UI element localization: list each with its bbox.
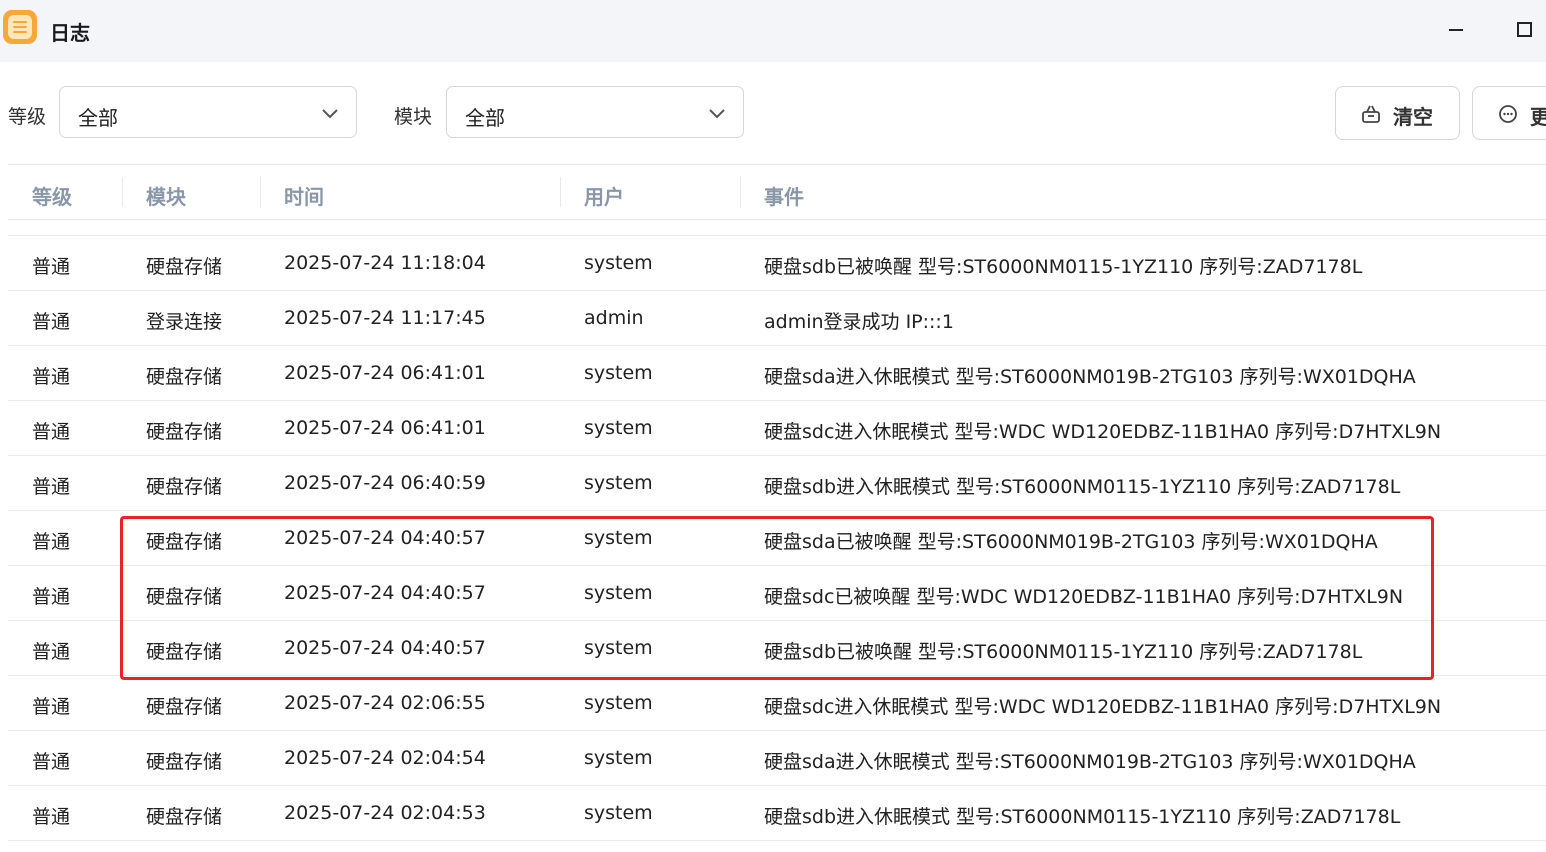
chevron-down-icon: [322, 109, 338, 119]
time-cell: 2025-07-24 11:17:45: [284, 307, 486, 329]
level-filter-label: 等级: [8, 106, 47, 128]
more-circle-icon: [1499, 105, 1517, 123]
user-cell: system: [584, 747, 653, 769]
clear-basket-icon: [1362, 105, 1380, 123]
header-time[interactable]: 时间: [284, 181, 324, 210]
user-cell: system: [584, 362, 653, 384]
user-cell: system: [584, 472, 653, 494]
level-cell: 普通: [32, 586, 71, 608]
window-title: 日志: [50, 21, 90, 45]
level-cell: 普通: [32, 311, 71, 333]
table-row[interactable]: 普通 登录连接 2025-07-24 11:17:45 admin admin登录成功 …: [8, 291, 1546, 346]
level-select-value: 全部: [78, 106, 118, 130]
event-cell: 硬盘sdb进入休眠模式 型号:ST6000NM0115-1YZ110 序列号:Z…: [764, 476, 1401, 498]
time-cell: 2025-07-24 04:40:57: [284, 527, 486, 549]
level-cell: 普通: [32, 751, 71, 773]
more-button[interactable]: 更: [1472, 86, 1546, 140]
module-cell: 硬盘存储: [146, 476, 223, 498]
table-row[interactable]: 普通 硬盘存储 2025-07-24 02:04:53 system 硬盘sdb进入休眠…: [8, 786, 1546, 841]
table-row[interactable]: 普通 硬盘存储 2025-07-24 04:40:57 system 硬盘sdc已被唤醒…: [8, 566, 1546, 621]
module-cell: 硬盘存储: [146, 586, 223, 608]
module-cell: 硬盘存储: [146, 641, 223, 663]
time-cell: 2025-07-24 06:40:59: [284, 472, 486, 494]
table-row[interactable]: 普通 硬盘存储 2025-07-24 04:40:57 system 硬盘sdb已被唤醒…: [8, 621, 1546, 676]
more-button-label: 更: [1530, 105, 1546, 129]
user-cell: system: [584, 692, 653, 714]
module-cell: 登录连接: [146, 311, 223, 333]
level-cell: 普通: [32, 256, 71, 278]
table-row[interactable]: 普通 硬盘存储 2025-07-24 02:06:55 system 硬盘sdc进入休眠…: [8, 676, 1546, 731]
clear-button[interactable]: 清空: [1335, 86, 1460, 140]
table-row[interactable]: 普通 硬盘存储 2025-07-24 04:40:57 system 硬盘sda已被唤醒…: [8, 511, 1546, 566]
maximize-icon[interactable]: [1509, 14, 1539, 44]
chevron-down-icon: [709, 109, 725, 119]
header-event[interactable]: 事件: [764, 181, 804, 210]
time-cell: 2025-07-24 06:41:01: [284, 362, 486, 384]
header-level[interactable]: 等级: [32, 181, 72, 210]
header-module[interactable]: 模块: [146, 181, 186, 210]
time-cell: 2025-07-24 02:06:55: [284, 692, 486, 714]
event-cell: 硬盘sdc已被唤醒 型号:WDC WD120EDBZ-11B1HA0 序列号:D…: [764, 586, 1404, 608]
time-cell: 2025-07-24 04:40:57: [284, 637, 486, 659]
time-cell: 2025-07-24 11:18:04: [284, 252, 486, 274]
event-cell: 硬盘sda进入休眠模式 型号:ST6000NM019B-2TG103 序列号:W…: [764, 751, 1416, 773]
user-cell: system: [584, 417, 653, 439]
clear-button-label: 清空: [1393, 105, 1433, 129]
module-cell: 硬盘存储: [146, 421, 223, 443]
time-cell: 2025-07-24 06:41:01: [284, 417, 486, 439]
event-cell: 硬盘sda进入休眠模式 型号:ST6000NM019B-2TG103 序列号:W…: [764, 366, 1416, 388]
level-cell: 普通: [32, 531, 71, 553]
module-cell: 硬盘存储: [146, 751, 223, 773]
event-cell: admin登录成功 IP:::1: [764, 311, 954, 333]
event-cell: 硬盘sdc进入休眠模式 型号:WDC WD120EDBZ-11B1HA0 序列号…: [764, 696, 1442, 718]
module-cell: 硬盘存储: [146, 531, 223, 553]
module-cell: 硬盘存储: [146, 696, 223, 718]
module-cell: 硬盘存储: [146, 806, 223, 828]
level-cell: 普通: [32, 641, 71, 663]
level-select[interactable]: 全部: [59, 86, 357, 138]
module-cell: 硬盘存储: [146, 366, 223, 388]
title-bar: 日志: [0, 0, 1546, 62]
row-divider: [8, 235, 1546, 236]
header-user[interactable]: 用户: [584, 181, 624, 210]
event-cell: 硬盘sdc进入休眠模式 型号:WDC WD120EDBZ-11B1HA0 序列号…: [764, 421, 1442, 443]
user-cell: admin: [584, 307, 644, 329]
log-list-icon: [3, 10, 37, 44]
level-cell: 普通: [32, 806, 71, 828]
time-cell: 2025-07-24 04:40:57: [284, 582, 486, 604]
level-cell: 普通: [32, 366, 71, 388]
module-select-value: 全部: [465, 106, 505, 130]
user-cell: system: [584, 582, 653, 604]
level-cell: 普通: [32, 696, 71, 718]
table-row[interactable]: 普通 硬盘存储 2025-07-24 11:18:04 system 硬盘sdb已被唤醒…: [8, 236, 1546, 291]
user-cell: system: [584, 527, 653, 549]
table-row[interactable]: 普通 硬盘存储 2025-07-24 02:04:54 system 硬盘sda进入休眠…: [8, 731, 1546, 786]
module-filter-label: 模块: [394, 106, 433, 128]
level-cell: 普通: [32, 476, 71, 498]
minimize-icon[interactable]: [1441, 14, 1471, 44]
level-cell: 普通: [32, 421, 71, 443]
event-cell: 硬盘sdb已被唤醒 型号:ST6000NM0115-1YZ110 序列号:ZAD…: [764, 256, 1363, 278]
table-row[interactable]: 普通 硬盘存储 2025-07-24 06:41:01 system 硬盘sdc进入休眠…: [8, 401, 1546, 456]
table-row[interactable]: 普通 硬盘存储 2025-07-24 06:40:59 system 硬盘sdb进入休眠…: [8, 456, 1546, 511]
event-cell: 硬盘sdb进入休眠模式 型号:ST6000NM0115-1YZ110 序列号:Z…: [764, 806, 1401, 828]
time-cell: 2025-07-24 02:04:54: [284, 747, 486, 769]
table-header: 等级 模块 时间 用户 事件: [8, 164, 1546, 220]
event-cell: 硬盘sda已被唤醒 型号:ST6000NM019B-2TG103 序列号:WX0…: [764, 531, 1378, 553]
module-select[interactable]: 全部: [446, 86, 744, 138]
user-cell: system: [584, 252, 653, 274]
table-row[interactable]: 普通 硬盘存储 2025-07-24 06:41:01 system 硬盘sda进入休眠…: [8, 346, 1546, 401]
time-cell: 2025-07-24 02:04:53: [284, 802, 486, 824]
event-cell: 硬盘sdb已被唤醒 型号:ST6000NM0115-1YZ110 序列号:ZAD…: [764, 641, 1363, 663]
user-cell: system: [584, 802, 653, 824]
module-cell: 硬盘存储: [146, 256, 223, 278]
user-cell: system: [584, 637, 653, 659]
